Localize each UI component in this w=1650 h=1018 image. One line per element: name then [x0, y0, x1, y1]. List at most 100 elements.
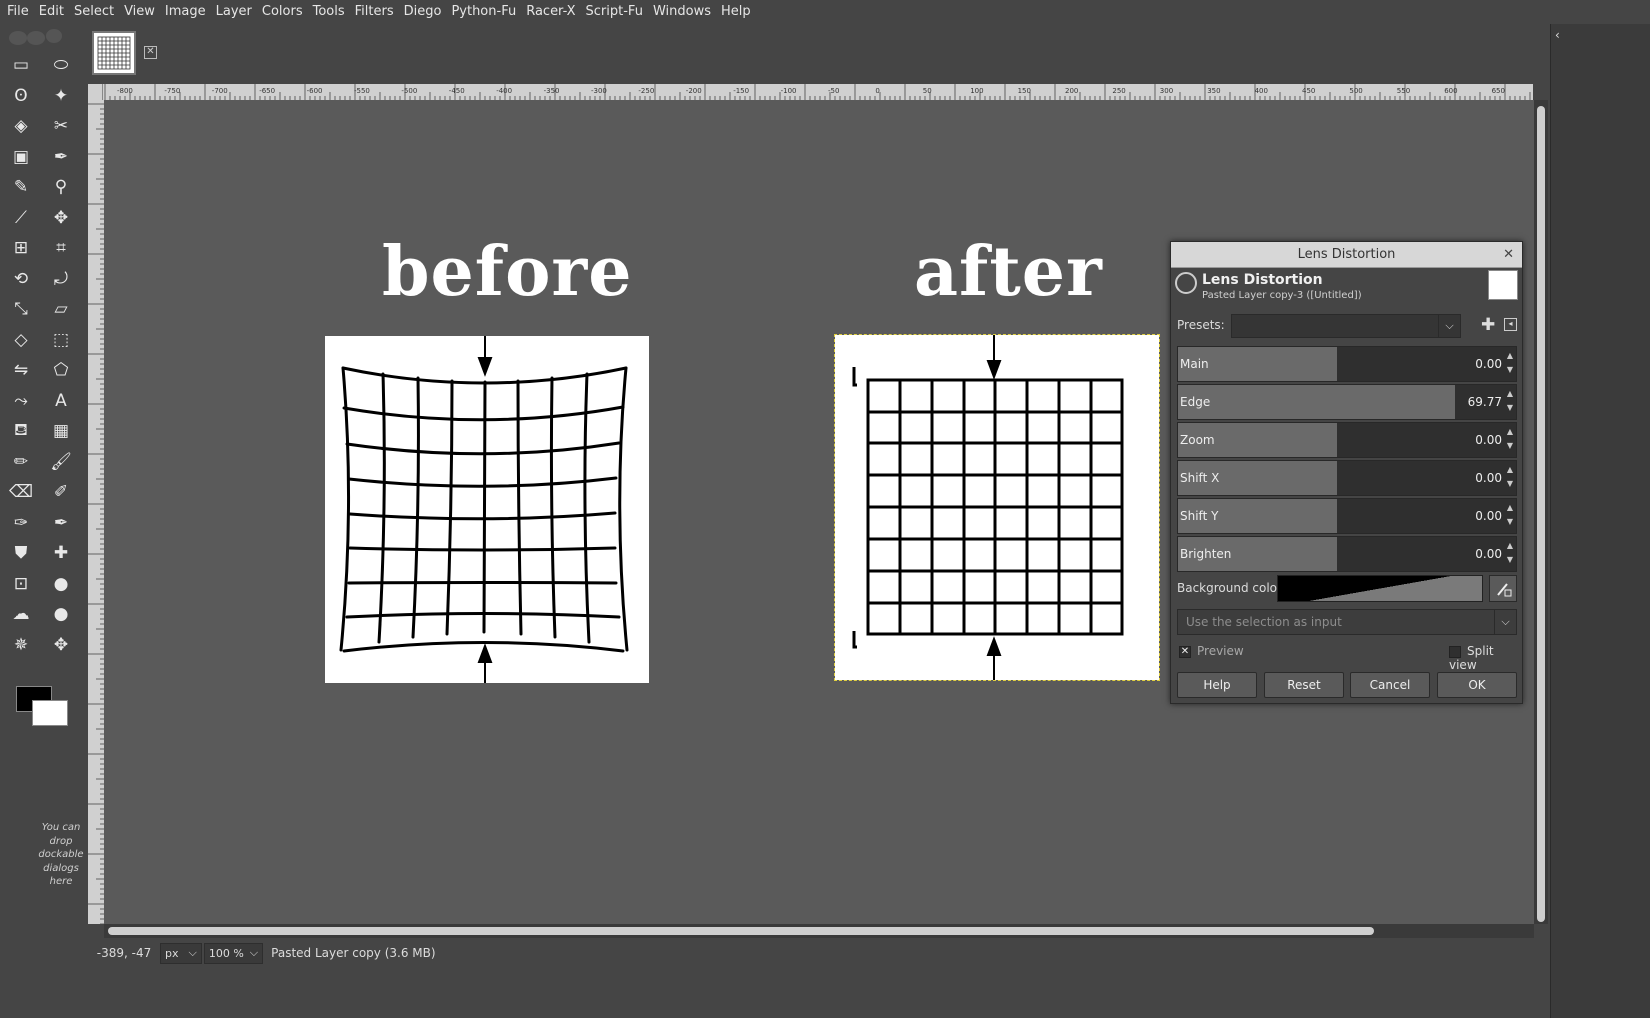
spin-arrows-icon[interactable]: ▲ ▼: [1505, 539, 1515, 569]
vertical-ruler[interactable]: [88, 100, 104, 924]
dodge-burn-icon[interactable]: ●: [48, 601, 74, 627]
zoom-icon[interactable]: ⚲: [48, 174, 74, 200]
slider-value: 0.00: [1475, 547, 1502, 561]
slider-edge[interactable]: Edge 69.77 ▲ ▼: [1177, 384, 1517, 420]
collapse-dock-icon[interactable]: ‹: [1555, 28, 1560, 42]
menu-python-fu[interactable]: Python-Fu: [446, 0, 521, 24]
toolbox: You can drop dockable dialogs here ▭ ⬭ ʘ ✦ ◈…: [0, 24, 84, 1018]
scale-icon[interactable]: ⤡: [8, 296, 34, 322]
presets-combo[interactable]: ⌵: [1231, 314, 1461, 338]
pencil-icon[interactable]: ✏: [8, 449, 34, 475]
menu-help[interactable]: Help: [716, 0, 756, 24]
dialog-titlebar[interactable]: Lens Distortion ✕: [1171, 242, 1522, 268]
menu-colors[interactable]: Colors: [257, 0, 308, 24]
close-tab-icon[interactable]: ✕: [144, 46, 157, 59]
ruler-corner-button[interactable]: [88, 84, 103, 100]
smudge-icon[interactable]: ☁: [8, 601, 34, 627]
ink-icon[interactable]: ✑: [8, 510, 34, 536]
shear-icon[interactable]: ▱: [48, 296, 74, 322]
handle-transform-icon[interactable]: ✥: [48, 632, 74, 658]
slider-value: 69.77: [1467, 395, 1502, 409]
slider-shift-y[interactable]: Shift Y 0.00 ▲ ▼: [1177, 498, 1517, 534]
perspective-icon[interactable]: ◇: [8, 327, 34, 353]
ok-button[interactable]: OK: [1437, 672, 1517, 698]
move-icon[interactable]: ✥: [48, 205, 74, 231]
rect-select-icon[interactable]: ▭: [8, 52, 34, 78]
blur-icon[interactable]: ●: [48, 571, 74, 597]
menu-filters[interactable]: Filters: [350, 0, 399, 24]
vertical-scroll-thumb[interactable]: [1537, 106, 1545, 922]
vertical-scrollbar[interactable]: [1534, 100, 1548, 924]
manage-presets-icon[interactable]: ◂: [1504, 318, 1517, 331]
heal-icon[interactable]: ✚: [48, 540, 74, 566]
scissors-select-icon[interactable]: ✂: [48, 113, 74, 139]
cage-transform-icon[interactable]: ⬠: [48, 357, 74, 383]
menu-script-fu[interactable]: Script-Fu: [581, 0, 648, 24]
menu-file[interactable]: File: [0, 0, 34, 24]
image-thumbnail-tab[interactable]: [92, 31, 136, 75]
slider-label: Brighten: [1180, 547, 1232, 561]
reset-button[interactable]: Reset: [1264, 672, 1344, 698]
preview-checkbox[interactable]: ✕ Preview: [1179, 644, 1244, 658]
menu-diego[interactable]: Diego: [399, 0, 447, 24]
spin-arrows-icon[interactable]: ▲ ▼: [1505, 425, 1515, 455]
add-preset-icon[interactable]: ✚: [1481, 315, 1495, 335]
fuzzy-select-icon[interactable]: ✦: [48, 83, 74, 109]
help-button[interactable]: Help: [1177, 672, 1257, 698]
spin-arrows-icon[interactable]: ▲ ▼: [1505, 501, 1515, 531]
cancel-button[interactable]: Cancel: [1350, 672, 1430, 698]
slider-zoom[interactable]: Zoom 0.00 ▲ ▼: [1177, 422, 1517, 458]
paths-icon[interactable]: ✒: [48, 144, 74, 170]
zoom-selector[interactable]: 100 % ⌵: [203, 942, 264, 964]
menu-layer[interactable]: Layer: [211, 0, 257, 24]
crop-icon[interactable]: ⌗: [48, 235, 74, 261]
eraser-icon[interactable]: ⌫: [8, 479, 34, 505]
text-icon[interactable]: A: [48, 388, 74, 414]
3d-transform-icon[interactable]: ⬚: [48, 327, 74, 353]
menu-select[interactable]: Select: [69, 0, 119, 24]
bucket-fill-icon[interactable]: ⛾: [8, 418, 34, 444]
align-icon[interactable]: ⊞: [8, 235, 34, 261]
menu-racer-x[interactable]: Racer-X: [521, 0, 580, 24]
perspective-clone-icon[interactable]: ⊡: [8, 571, 34, 597]
horizontal-ruler[interactable]: -800 -750 -700 -650 -600 -550 -500 -450 -400 -350…: [103, 84, 1533, 100]
menu-edit[interactable]: Edit: [34, 0, 69, 24]
clone-icon[interactable]: ⛊: [8, 540, 34, 566]
menu-windows[interactable]: Windows: [648, 0, 716, 24]
slider-main[interactable]: Main 0.00 ▲ ▼: [1177, 346, 1517, 382]
spin-arrows-icon[interactable]: ▲ ▼: [1505, 387, 1515, 417]
flip-icon[interactable]: ⇋: [8, 357, 34, 383]
mypaint-brush-icon[interactable]: ✒: [48, 510, 74, 536]
airbrush-icon[interactable]: ✐: [48, 479, 74, 505]
spin-arrows-icon[interactable]: ▲ ▼: [1505, 463, 1515, 493]
gradient-icon[interactable]: ▦: [48, 418, 74, 444]
warp-transform-icon[interactable]: ✵: [8, 632, 34, 658]
rotate-icon[interactable]: ⤾: [48, 266, 74, 292]
warp-icon[interactable]: ⤳: [8, 388, 34, 414]
color-select-icon[interactable]: ◈: [8, 113, 34, 139]
unit-selector[interactable]: px ⌵: [160, 942, 202, 964]
horizontal-scroll-thumb[interactable]: [108, 927, 1374, 935]
ruler-label: 550: [1397, 87, 1410, 95]
menu-tools[interactable]: Tools: [308, 0, 350, 24]
unified-transform-icon[interactable]: ⟲: [8, 266, 34, 292]
horizontal-scrollbar[interactable]: [104, 924, 1534, 938]
slider-shift-x[interactable]: Shift X 0.00 ▲ ▼: [1177, 460, 1517, 496]
menu-image[interactable]: Image: [160, 0, 211, 24]
close-icon[interactable]: ✕: [1503, 242, 1514, 268]
paintbrush-icon[interactable]: 🖌: [48, 449, 74, 475]
menu-view[interactable]: View: [119, 0, 160, 24]
color-picker-icon[interactable]: ✎: [8, 174, 34, 200]
ellipse-select-icon[interactable]: ⬭: [48, 52, 74, 78]
split-view-checkbox[interactable]: Split view: [1449, 644, 1522, 672]
color-picker-button[interactable]: [1489, 575, 1517, 602]
spin-arrows-icon[interactable]: ▲ ▼: [1505, 349, 1515, 379]
foreground-select-icon[interactable]: ▣: [8, 144, 34, 170]
selection-input-combo[interactable]: Use the selection as input ⌵: [1177, 609, 1517, 635]
background-color-button[interactable]: [1277, 575, 1483, 602]
measure-icon[interactable]: ⟋: [8, 205, 34, 231]
slider-label: Zoom: [1180, 433, 1215, 447]
slider-brighten[interactable]: Brighten 0.00 ▲ ▼: [1177, 536, 1517, 572]
free-select-icon[interactable]: ʘ: [8, 83, 34, 109]
background-color-swatch[interactable]: [32, 700, 68, 726]
